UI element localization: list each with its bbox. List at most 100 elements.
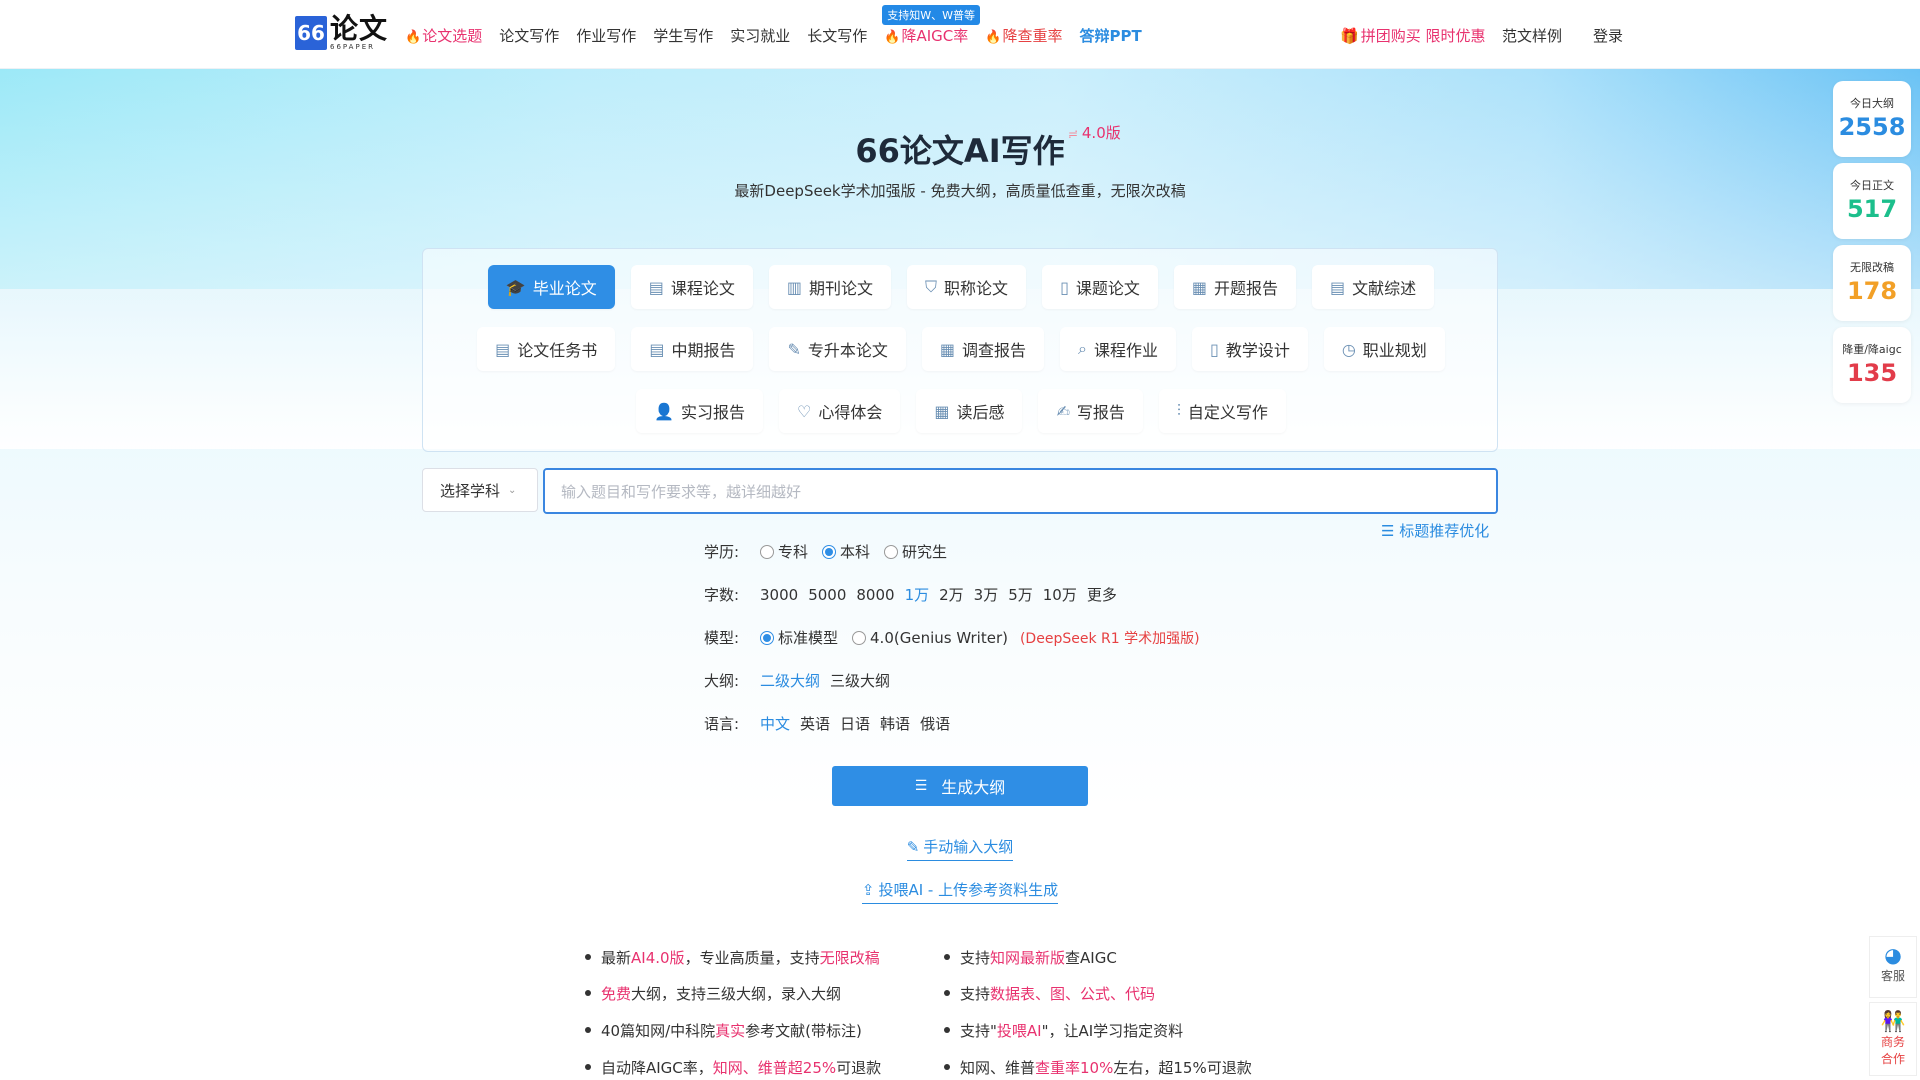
manual-outline-link[interactable]: ✎ 手动输入大纲 xyxy=(906,836,1014,861)
category-internship[interactable]: 👤 实习报告 xyxy=(636,389,763,433)
category-proposal[interactable]: ▦ 开题报告 xyxy=(1173,265,1297,309)
generate-outline-button[interactable]: ☰ 生成大纲 xyxy=(832,766,1088,806)
education-option-junior[interactable]: 专科 xyxy=(760,541,808,562)
subject-select[interactable]: 选择学科 ⌄ xyxy=(422,468,538,512)
clock-icon: ◷ xyxy=(1341,339,1356,359)
nav-item-reduce-aigc[interactable]: 支持知W、W普等 🔥降AIGC率 xyxy=(882,5,981,46)
language-option[interactable]: 俄语 xyxy=(920,713,950,734)
category-course[interactable]: ▤ 课程论文 xyxy=(630,265,753,309)
clipboard-icon: ▤ xyxy=(495,339,511,359)
category-custom[interactable]: ⫶ 自定义写作 xyxy=(1158,389,1286,433)
word-option[interactable]: 3万 xyxy=(974,584,999,605)
flame-icon: 🔥 xyxy=(405,30,422,45)
customer-service-button[interactable]: ◕ 客服 xyxy=(1869,936,1917,998)
site-logo[interactable]: 66 论文 66PAPER xyxy=(295,15,388,51)
nav-item-long[interactable]: 长文写作 xyxy=(807,25,867,46)
feature-item: 知网、维普查重率10%左右，超15%可退款 xyxy=(944,1057,1252,1078)
list-icon: ☰ xyxy=(1381,522,1400,540)
nav-item-reduce-duplicate[interactable]: 🔥降查重率 xyxy=(985,25,1062,46)
category-title[interactable]: ⛉ 职称论文 xyxy=(907,265,1027,309)
page-subtitle: 最新DeepSeek学术加强版 - 免费大纲，高质量低查重，无限次改稿 xyxy=(734,182,1186,200)
upload-icon: ⇪ xyxy=(861,880,875,899)
word-option[interactable]: 8000 xyxy=(856,586,894,604)
language-option[interactable]: 韩语 xyxy=(880,713,910,734)
word-option[interactable]: 10万 xyxy=(1043,584,1077,605)
nav-item-ppt[interactable]: 答辩PPT xyxy=(1079,25,1141,46)
category-book-review[interactable]: ▦ 读后感 xyxy=(916,389,1023,433)
logo-name: 论文 xyxy=(330,12,389,45)
radio-icon xyxy=(852,630,867,645)
main-nav: 🔥论文选题 论文写作 作业写作 学生写作 实习就业 长文写作 支持知W、W普等 … xyxy=(405,5,1159,46)
language-row: 语言: 中文 英语 日语 韩语 俄语 xyxy=(704,713,960,734)
category-upgrade[interactable]: ✎ 专升本论文 xyxy=(769,327,906,371)
bookmark-icon: ▯ xyxy=(1060,277,1069,297)
language-label: 语言: xyxy=(704,715,740,733)
feature-item: 支持"投喂AI"，让AI学习指定资料 xyxy=(944,1020,1183,1041)
nav-item-topic[interactable]: 🔥论文选题 xyxy=(405,25,482,46)
title-optimize-link[interactable]: ☰ 标题推荐优化 xyxy=(1381,520,1489,541)
nav-item-intern[interactable]: 实习就业 xyxy=(730,25,790,46)
upload-ai-link[interactable]: ⇪ 投喂AI - 上传参考资料生成 xyxy=(861,879,1059,904)
write-doc-icon: ✍ xyxy=(1056,401,1070,421)
outline-row: 大纲: 二级大纲 三级大纲 xyxy=(704,670,900,691)
category-teaching[interactable]: ▯ 教学设计 xyxy=(1192,327,1308,371)
radio-icon xyxy=(884,544,899,559)
language-option[interactable]: 英语 xyxy=(800,713,830,734)
calendar-icon: ▦ xyxy=(934,401,950,421)
outline-option[interactable]: 三级大纲 xyxy=(830,670,890,691)
category-panel: 🎓 毕业论文 ▤ 课程论文 ▥ 期刊论文 ⛉ 职称论文 ▯ 课题论文 ▦ 开题报告 ▤ 文献综… xyxy=(422,248,1498,452)
word-option-selected[interactable]: 1万 xyxy=(905,584,930,605)
nav-item-paper-writing[interactable]: 论文写作 xyxy=(499,25,559,46)
radio-checked-icon xyxy=(760,630,774,645)
category-task-book[interactable]: ▤ 论文任务书 xyxy=(477,327,616,371)
logo-sub: 66PAPER xyxy=(330,43,375,51)
outline-option-selected[interactable]: 二级大纲 xyxy=(760,670,820,691)
category-literature[interactable]: ▤ 文献综述 xyxy=(1312,265,1435,309)
nav-item-student[interactable]: 学生写作 xyxy=(653,25,713,46)
topic-input[interactable] xyxy=(543,468,1498,514)
education-label: 学历: xyxy=(704,543,740,561)
word-option[interactable]: 5万 xyxy=(1008,584,1033,605)
group-buy-promo[interactable]: 🎁 拼团购买 限时优惠 xyxy=(1340,25,1485,46)
edit-doc-icon: ✎ xyxy=(787,339,801,359)
category-graduation[interactable]: 🎓 毕业论文 xyxy=(487,265,615,309)
upload-ai-row: ⇪ 投喂AI - 上传参考资料生成 xyxy=(0,879,1920,904)
model-option-standard[interactable]: 标准模型 xyxy=(760,627,838,648)
model-note: (DeepSeek R1 学术加强版) xyxy=(1019,630,1200,647)
word-count-row: 字数: 3000 5000 8000 1万 2万 3万 5万 10万 更多 xyxy=(704,584,1127,605)
language-option[interactable]: 日语 xyxy=(840,713,870,734)
model-label: 模型: xyxy=(704,629,740,647)
journal-icon: ▥ xyxy=(786,277,803,297)
feature-item: 自动降AIGC率，知网、维普超25%可退款 xyxy=(585,1057,881,1078)
word-option[interactable]: 3000 xyxy=(760,586,798,604)
category-assignment[interactable]: ⌕ 课程作业 xyxy=(1060,327,1176,371)
category-midterm[interactable]: ▤ 中期报告 xyxy=(631,327,754,371)
edit-icon: ✎ xyxy=(906,837,920,856)
education-option-bachelor[interactable]: 本科 xyxy=(822,541,870,562)
headset-icon: ◕ xyxy=(1884,943,1902,967)
education-option-graduate[interactable]: 研究生 xyxy=(884,541,947,562)
search-doc-icon: ⌕ xyxy=(1078,339,1087,358)
word-option-more[interactable]: 更多 xyxy=(1087,584,1117,605)
samples-link[interactable]: 范文样例 xyxy=(1502,25,1562,46)
word-option[interactable]: 2万 xyxy=(939,584,964,605)
report-icon: ▦ xyxy=(1191,277,1208,297)
nav-badge: 支持知W、W普等 xyxy=(882,5,981,25)
nav-item-homework[interactable]: 作业写作 xyxy=(576,25,636,46)
category-career[interactable]: ◷ 职业规划 xyxy=(1323,327,1445,371)
category-reflection[interactable]: ♡ 心得体会 xyxy=(778,389,901,433)
category-journal[interactable]: ▥ 期刊论文 xyxy=(768,265,892,309)
category-write-report[interactable]: ✍ 写报告 xyxy=(1038,389,1143,433)
word-option[interactable]: 5000 xyxy=(808,586,846,604)
feature-item: 免费大纲，支持三级大纲，录入大纲 xyxy=(585,983,841,1004)
chevron-down-icon: ⌄ xyxy=(508,484,517,496)
equal-icon: ≓ xyxy=(1068,127,1082,141)
language-option-selected[interactable]: 中文 xyxy=(760,713,790,734)
category-survey[interactable]: ▦ 调查报告 xyxy=(921,327,1045,371)
word-count-label: 字数: xyxy=(704,586,740,604)
login-link[interactable]: 登录 xyxy=(1593,25,1623,46)
business-button[interactable]: 👫 商务合作 xyxy=(1869,1002,1917,1076)
flame-icon: 🔥 xyxy=(985,30,1002,45)
category-project[interactable]: ▯ 课题论文 xyxy=(1042,265,1158,309)
model-option-genius[interactable]: 4.0(Genius Writer) xyxy=(852,629,1008,647)
